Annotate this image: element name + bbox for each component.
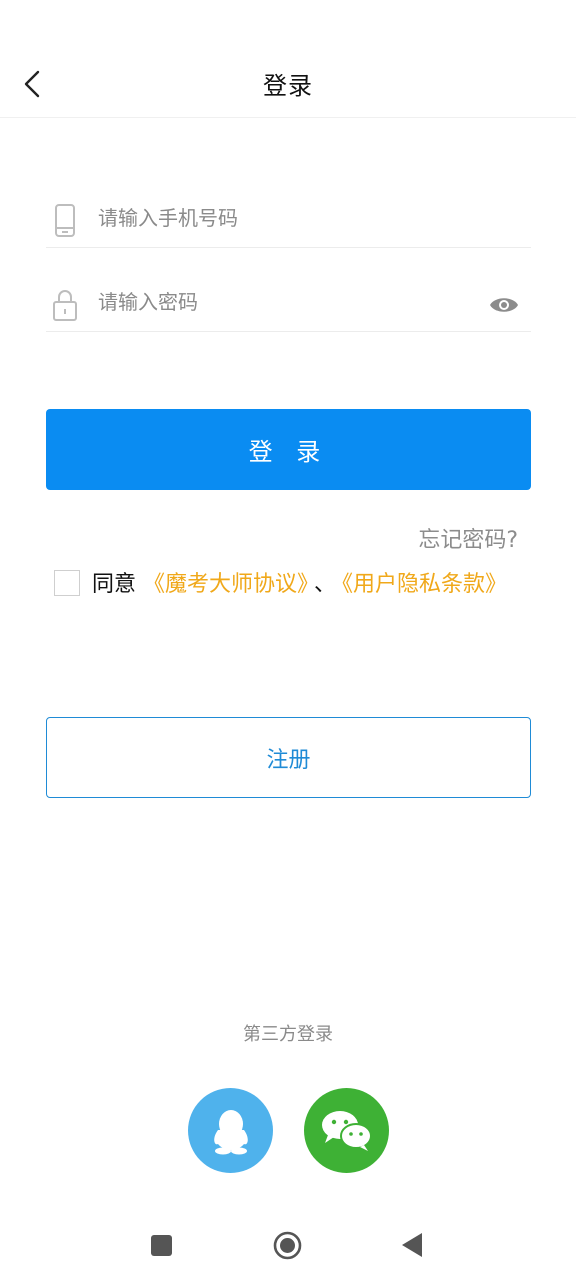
password-input[interactable] [98, 282, 478, 322]
back-triangle-icon[interactable] [401, 1232, 423, 1258]
system-navigation-bar [0, 1215, 576, 1275]
forgot-password-link[interactable]: 忘记密码? [418, 522, 518, 554]
top-bar: 登录 [0, 40, 576, 118]
third-party-login-title: 第三方登录 [243, 1024, 333, 1045]
agreement-row: 同意 《魔考大师协议》、《用户隐私条款》 [54, 570, 524, 600]
qq-login-button[interactable] [188, 1088, 273, 1173]
login-button[interactable]: 登 录 [46, 409, 531, 490]
password-field [46, 272, 531, 332]
agree-separator: 、 [314, 572, 337, 597]
agree-checkbox[interactable] [54, 570, 80, 596]
qq-icon [213, 1109, 248, 1154]
wechat-icon [321, 1110, 372, 1151]
lock-icon [53, 290, 77, 321]
privacy-policy-link[interactable]: 《用户隐私条款》 [342, 572, 507, 597]
phone-icon [55, 204, 75, 237]
phone-input[interactable] [98, 198, 478, 238]
service-agreement-link[interactable]: 《魔考大师协议》 [143, 572, 308, 597]
wechat-login-button[interactable] [304, 1088, 389, 1173]
recent-apps-button[interactable] [151, 1235, 172, 1256]
home-button[interactable] [273, 1231, 302, 1260]
phone-field [46, 188, 531, 248]
eye-icon[interactable] [489, 294, 519, 316]
agree-prefix: 同意 [92, 572, 137, 597]
register-button[interactable]: 注册 [46, 717, 531, 798]
page-title: 登录 [263, 72, 313, 100]
